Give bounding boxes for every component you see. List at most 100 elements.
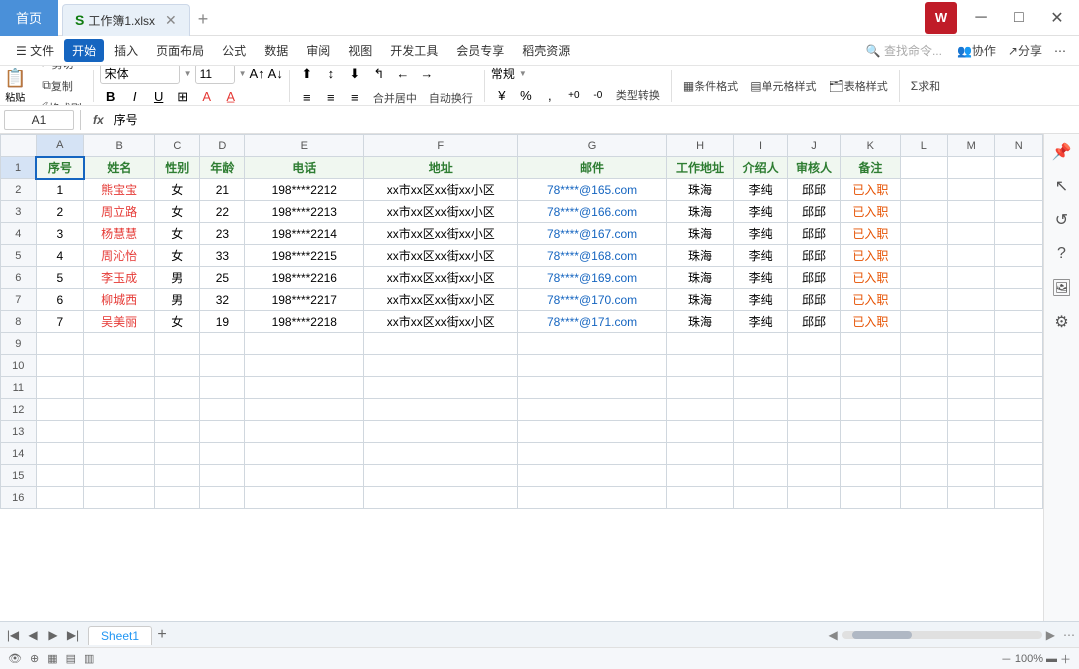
sidebar-settings-icon[interactable]: ⚙ [1048,308,1076,336]
cell[interactable]: 地址 [364,157,518,179]
sidebar-cursor-icon[interactable]: ↖ [1048,172,1076,200]
cell[interactable] [900,399,947,421]
cell[interactable]: 4 [36,245,83,267]
cell[interactable]: 女 [155,245,200,267]
row-header-14[interactable]: 14 [1,443,37,465]
zoom-out-button[interactable]: － [1001,651,1012,667]
cell[interactable]: 邱邱 [787,311,840,333]
menu-page-layout[interactable]: 页面布局 [148,39,212,62]
cell[interactable] [245,443,364,465]
cell[interactable] [900,245,947,267]
cell[interactable] [364,465,518,487]
menu-view[interactable]: 视图 [340,39,380,62]
row-header-12[interactable]: 12 [1,399,37,421]
page-break-view-button[interactable]: ▥ [84,652,94,665]
row-header-3[interactable]: 3 [1,201,37,223]
align-left-button[interactable]: ≡ [296,87,318,107]
cell[interactable] [995,487,1043,509]
menu-file[interactable]: ☰ 文件 [8,39,62,62]
maximize-button[interactable]: □ [1001,5,1037,31]
cell[interactable] [518,355,666,377]
scroll-right-button[interactable]: ▶ [1046,628,1055,642]
cell[interactable] [947,487,994,509]
row-header-8[interactable]: 8 [1,311,37,333]
page-layout-view-button[interactable]: ▤ [66,652,76,665]
cell[interactable] [787,377,840,399]
currency-button[interactable]: ¥ [491,84,513,106]
zoom-in-button[interactable]: ＋ [1060,651,1071,667]
decimal-less-button[interactable]: -0 [587,84,609,106]
cell[interactable] [841,465,900,487]
sum-button[interactable]: Σ 求和 [906,76,945,96]
cell[interactable] [841,487,900,509]
cell[interactable]: 198****2213 [245,201,364,223]
menu-member[interactable]: 会员专享 [448,39,512,62]
cell[interactable]: 姓名 [84,157,155,179]
cell[interactable] [995,223,1043,245]
cell[interactable]: 78****@171.com [518,311,666,333]
cell[interactable]: 78****@165.com [518,179,666,201]
cell[interactable] [200,487,245,509]
cell[interactable]: 熊宝宝 [84,179,155,201]
cell[interactable]: 珠海 [666,267,734,289]
cell[interactable]: 5 [36,267,83,289]
col-header-h[interactable]: H [666,135,734,157]
cell[interactable] [155,487,200,509]
cell[interactable] [995,421,1043,443]
col-header-i[interactable]: I [734,135,787,157]
cell[interactable]: 周沁怡 [84,245,155,267]
cell[interactable]: 33 [200,245,245,267]
cell[interactable]: 男 [155,267,200,289]
cell[interactable] [947,267,994,289]
percent-button[interactable]: % [515,84,537,106]
cell[interactable] [900,267,947,289]
cell[interactable]: 198****2216 [245,267,364,289]
sidebar-pin-icon[interactable]: 📌 [1048,138,1076,166]
cell[interactable] [787,443,840,465]
cell[interactable] [36,465,83,487]
col-header-j[interactable]: J [787,135,840,157]
cell[interactable]: 21 [200,179,245,201]
cell[interactable]: xx市xx区xx街xx小区 [364,245,518,267]
cell[interactable] [364,355,518,377]
cell[interactable] [947,421,994,443]
file-tab[interactable]: S 工作簿1.xlsx ✕ [62,4,190,36]
cell[interactable] [36,355,83,377]
cell[interactable] [900,157,947,179]
cell[interactable] [734,333,787,355]
cell[interactable] [364,443,518,465]
cell[interactable] [787,355,840,377]
cell[interactable]: 年龄 [200,157,245,179]
cell[interactable]: 杨慧慧 [84,223,155,245]
cell[interactable]: xx市xx区xx街xx小区 [364,267,518,289]
cell[interactable]: 6 [36,289,83,311]
cell[interactable]: 19 [200,311,245,333]
align-bottom-button[interactable]: ⬇ [344,66,366,85]
cell[interactable] [947,333,994,355]
cell[interactable] [364,399,518,421]
cell[interactable] [900,355,947,377]
row-header-10[interactable]: 10 [1,355,37,377]
cell-style-button[interactable]: ▤ 单元格样式 [745,76,821,96]
cell[interactable]: 李玉成 [84,267,155,289]
cell[interactable]: 邱邱 [787,245,840,267]
cell[interactable]: xx市xx区xx街xx小区 [364,311,518,333]
home-tab[interactable]: 首页 [0,0,58,36]
cell[interactable] [84,377,155,399]
cell[interactable] [666,443,734,465]
cell[interactable] [245,487,364,509]
cell[interactable]: 女 [155,311,200,333]
type-convert-button[interactable]: 类型转换 [611,85,665,105]
row-header-2[interactable]: 2 [1,179,37,201]
row-header-16[interactable]: 16 [1,487,37,509]
cell[interactable]: 审核人 [787,157,840,179]
cell[interactable] [518,421,666,443]
col-header-m[interactable]: M [947,135,994,157]
number-format-dropdown-icon[interactable]: ▼ [519,69,527,78]
cell[interactable] [36,377,83,399]
sheet-nav-next-button[interactable]: ▶ [44,626,62,644]
cell[interactable] [787,421,840,443]
row-header-9[interactable]: 9 [1,333,37,355]
cell[interactable] [947,223,994,245]
cell[interactable]: 珠海 [666,311,734,333]
